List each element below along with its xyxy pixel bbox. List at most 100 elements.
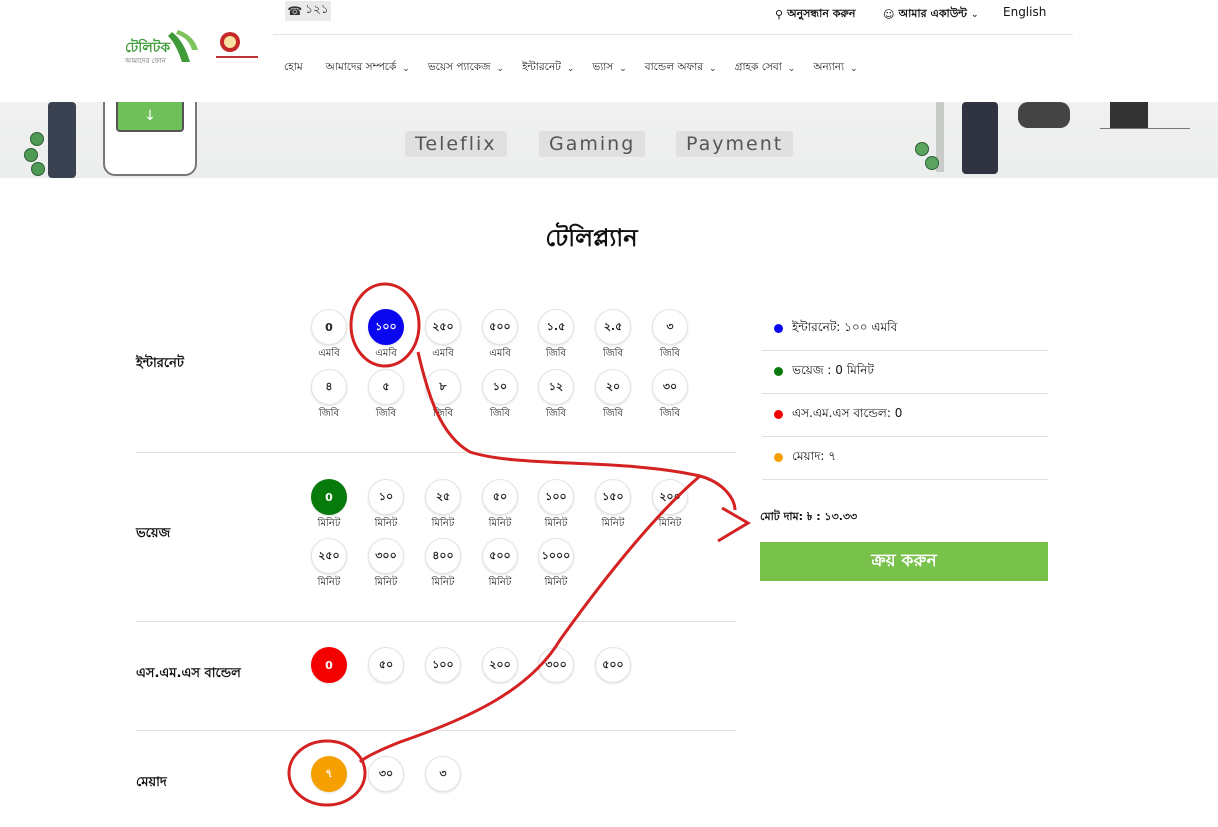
section-divider <box>136 730 736 731</box>
internet-option[interactable]: ২০ জিবি <box>585 369 641 420</box>
sms-option[interactable]: ১০০ <box>415 647 471 683</box>
validity-option-selected[interactable]: ৭ <box>301 756 357 792</box>
menu-item-vas[interactable]: ভ্যাস ⌄ <box>592 60 626 77</box>
menu-item-bundle[interactable]: বান্ডেল অফার ⌄ <box>645 60 717 77</box>
chevron-down-icon: ⌄ <box>787 63 796 74</box>
option-value[interactable]: ৫ <box>368 369 404 405</box>
voice-option[interactable]: ২৫ মিনিট <box>415 479 471 530</box>
internet-option[interactable]: ১০ জিবি <box>472 369 528 420</box>
search-link[interactable]: ⚲ অনুসন্ধান করুন <box>775 5 855 24</box>
validity-option[interactable]: ৩০ <box>358 756 414 792</box>
option-value[interactable]: ৫০০ <box>595 647 631 683</box>
option-value[interactable]: ৫০০ <box>482 309 518 345</box>
option-value[interactable]: 0 <box>311 479 347 515</box>
search-icon: ⚲ <box>775 8 784 21</box>
option-value[interactable]: ১২ <box>538 369 574 405</box>
option-value[interactable]: ৩ <box>425 756 461 792</box>
internet-option-selected[interactable]: ১০০ এমবি <box>358 309 414 360</box>
menu-label: বান্ডেল অফার <box>644 61 704 73</box>
voice-option[interactable]: ১০০০ মিনিট <box>528 538 584 589</box>
option-value[interactable]: ১০০ <box>425 647 461 683</box>
gamepad-icon <box>1018 102 1070 128</box>
option-value[interactable]: ৪ <box>311 369 347 405</box>
option-value[interactable]: ৫০ <box>482 479 518 515</box>
internet-option[interactable]: ৩০ জিবি <box>642 369 698 420</box>
option-unit: মিনিট <box>601 518 625 529</box>
option-value[interactable]: ৩ <box>652 309 688 345</box>
option-value[interactable]: ২৫০ <box>425 309 461 345</box>
option-value[interactable]: ৭ <box>311 756 347 792</box>
chevron-down-icon: ⌄ <box>619 63 627 74</box>
language-switch[interactable]: English <box>1003 5 1046 19</box>
internet-option[interactable]: ৮ জিবি <box>415 369 471 420</box>
option-value[interactable]: ৫০ <box>368 647 404 683</box>
option-value[interactable]: ২৫ <box>425 479 461 515</box>
voice-option[interactable]: ২৫০ মিনিট <box>301 538 357 589</box>
menu-item-home[interactable]: হোম <box>284 60 303 77</box>
option-value[interactable]: ১৫০ <box>595 479 631 515</box>
sms-option[interactable]: ৫০০ <box>585 647 641 683</box>
option-value[interactable]: ৩০০ <box>368 538 404 574</box>
account-label: আমার একাউন্ট <box>898 7 967 20</box>
voice-option[interactable]: ৫০ মিনিট <box>472 479 528 530</box>
account-menu[interactable]: ☺ আমার একাউন্ট ⌄ <box>883 5 979 24</box>
option-value[interactable]: ৪০০ <box>425 538 461 574</box>
internet-option[interactable]: ৫০০ এমবি <box>472 309 528 360</box>
option-value[interactable]: ২৫০ <box>311 538 347 574</box>
voice-option[interactable]: ১০০ মিনিট <box>528 479 584 530</box>
internet-option[interactable]: ২.৫ জিবি <box>585 309 641 360</box>
buy-button[interactable]: ক্রয় করুন <box>760 542 1048 581</box>
option-value[interactable]: ৮ <box>425 369 461 405</box>
voice-option[interactable]: ২০০ মিনিট <box>642 479 698 530</box>
summary-text: ভয়েজ : 0 মিনিট <box>792 362 874 377</box>
voice-option[interactable]: ৪০০ মিনিট <box>415 538 471 589</box>
internet-option[interactable]: ৩ জিবি <box>642 309 698 360</box>
internet-option[interactable]: ২৫০ এমবি <box>415 309 471 360</box>
option-value[interactable]: ৫০০ <box>482 538 518 574</box>
option-value[interactable]: ৩০০ <box>538 647 574 683</box>
voice-option[interactable]: ৩০০ মিনিট <box>358 538 414 589</box>
hotline-badge[interactable]: ☎ ১২১ <box>285 1 331 21</box>
menu-item-about[interactable]: আমাদের সম্পর্কে ⌄ <box>326 60 410 77</box>
option-unit: এমবি <box>432 348 454 359</box>
internet-option[interactable]: ১.৫ জিবি <box>528 309 584 360</box>
internet-option[interactable]: ৫ জিবি <box>358 369 414 420</box>
voice-option[interactable]: ৫০০ মিনিট <box>472 538 528 589</box>
option-value[interactable]: ১.৫ <box>538 309 574 345</box>
voice-label: ভয়েজ <box>136 526 171 541</box>
option-value[interactable]: 0 <box>311 309 347 345</box>
voice-option-selected[interactable]: 0 মিনিট <box>301 479 357 530</box>
option-unit: জিবি <box>545 348 567 359</box>
sms-option[interactable]: ৫০ <box>358 647 414 683</box>
option-unit: মিনিট <box>317 577 341 588</box>
option-value[interactable]: ২০০ <box>482 647 518 683</box>
internet-option[interactable]: 0 এমবি <box>301 309 357 360</box>
option-value[interactable]: ২০০ <box>652 479 688 515</box>
option-value[interactable]: ১০০ <box>538 479 574 515</box>
menu-label: হোম <box>284 61 303 73</box>
sms-option[interactable]: ২০০ <box>472 647 528 683</box>
user-icon: ☺ <box>883 8 895 21</box>
internet-option[interactable]: ১২ জিবি <box>528 369 584 420</box>
menu-item-customer-care[interactable]: গ্রাহক সেবা ⌄ <box>735 60 796 77</box>
sms-option[interactable]: ৩০০ <box>528 647 584 683</box>
voice-option[interactable]: ১৫০ মিনিট <box>585 479 641 530</box>
internet-option[interactable]: ৪ জিবি <box>301 369 357 420</box>
option-value[interactable]: ৩০ <box>652 369 688 405</box>
voice-option[interactable]: ১০ মিনিট <box>358 479 414 530</box>
validity-label: মেয়াদ <box>136 775 167 790</box>
option-value[interactable]: ১০ <box>482 369 518 405</box>
menu-label: গ্রাহক সেবা <box>734 61 782 73</box>
option-value[interactable]: ১০ <box>368 479 404 515</box>
menu-item-voice[interactable]: ভয়েস প্যাকেজ ⌄ <box>428 60 504 77</box>
option-value[interactable]: ২.৫ <box>595 309 631 345</box>
option-value[interactable]: ১০০ <box>368 309 404 345</box>
option-value[interactable]: ৩০ <box>368 756 404 792</box>
menu-item-internet[interactable]: ইন্টারনেট ⌄ <box>522 60 574 77</box>
sms-option-selected[interactable]: 0 <box>301 647 357 683</box>
option-value[interactable]: ২০ <box>595 369 631 405</box>
option-value[interactable]: 0 <box>311 647 347 683</box>
menu-item-others[interactable]: অন্যান্য ⌄ <box>813 60 857 77</box>
validity-option[interactable]: ৩ <box>415 756 471 792</box>
option-value[interactable]: ১০০০ <box>538 538 574 574</box>
